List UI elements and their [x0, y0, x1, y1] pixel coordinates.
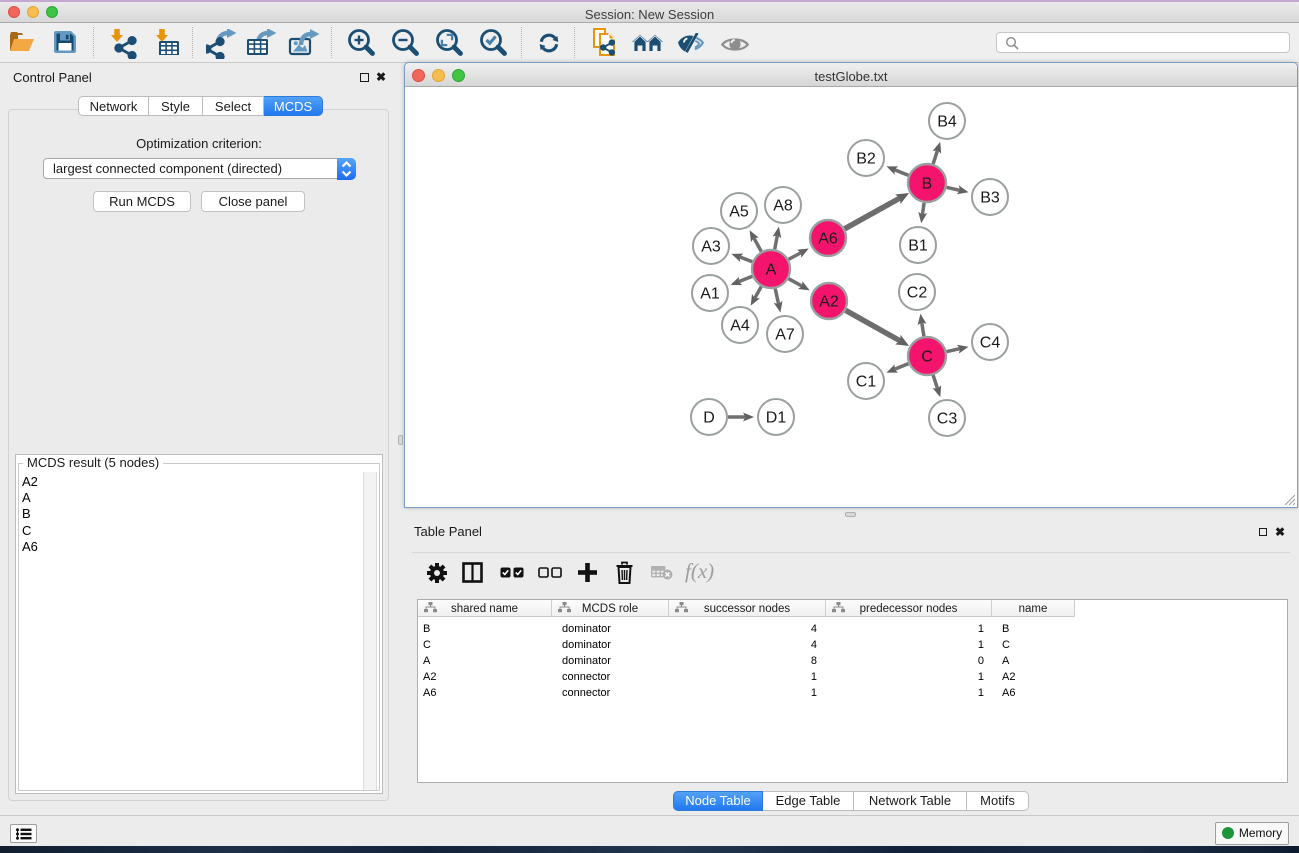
svg-text:D1: D1 [766, 410, 787, 427]
svg-text:B3: B3 [980, 190, 1000, 207]
svg-text:B4: B4 [937, 114, 957, 131]
svg-text:C2: C2 [907, 285, 928, 302]
svg-text:A8: A8 [773, 198, 793, 215]
svg-text:A1: A1 [700, 286, 720, 303]
svg-text:D: D [703, 410, 715, 427]
svg-text:C1: C1 [856, 374, 877, 391]
svg-text:A3: A3 [701, 239, 721, 256]
svg-text:A6: A6 [818, 231, 838, 248]
svg-text:A5: A5 [729, 204, 749, 221]
svg-text:A4: A4 [730, 318, 750, 335]
svg-text:A7: A7 [775, 327, 795, 344]
svg-text:C4: C4 [980, 335, 1001, 352]
svg-text:A2: A2 [819, 294, 839, 311]
svg-text:B: B [922, 176, 933, 193]
svg-text:C: C [921, 349, 933, 366]
svg-text:B1: B1 [908, 238, 928, 255]
svg-text:A: A [766, 262, 777, 279]
svg-text:B2: B2 [856, 151, 876, 168]
svg-text:C3: C3 [937, 411, 958, 428]
